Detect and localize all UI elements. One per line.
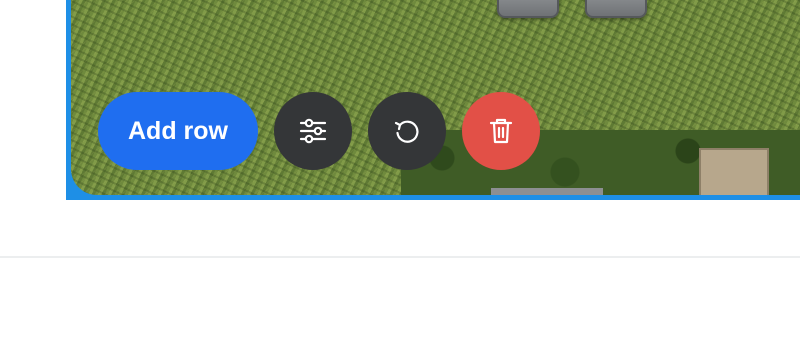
parked-car [497, 0, 559, 18]
trash-icon [487, 116, 515, 146]
map-toolbar: Add row [98, 92, 540, 170]
rotate-ccw-icon [392, 116, 422, 146]
parked-car [585, 0, 647, 18]
reset-button[interactable] [368, 92, 446, 170]
section-divider [0, 256, 800, 258]
settings-button[interactable] [274, 92, 352, 170]
roof-strip [491, 188, 603, 195]
add-row-button[interactable]: Add row [98, 92, 258, 170]
delete-button[interactable] [462, 92, 540, 170]
shed-roof [699, 148, 769, 195]
sliders-icon [298, 116, 328, 146]
